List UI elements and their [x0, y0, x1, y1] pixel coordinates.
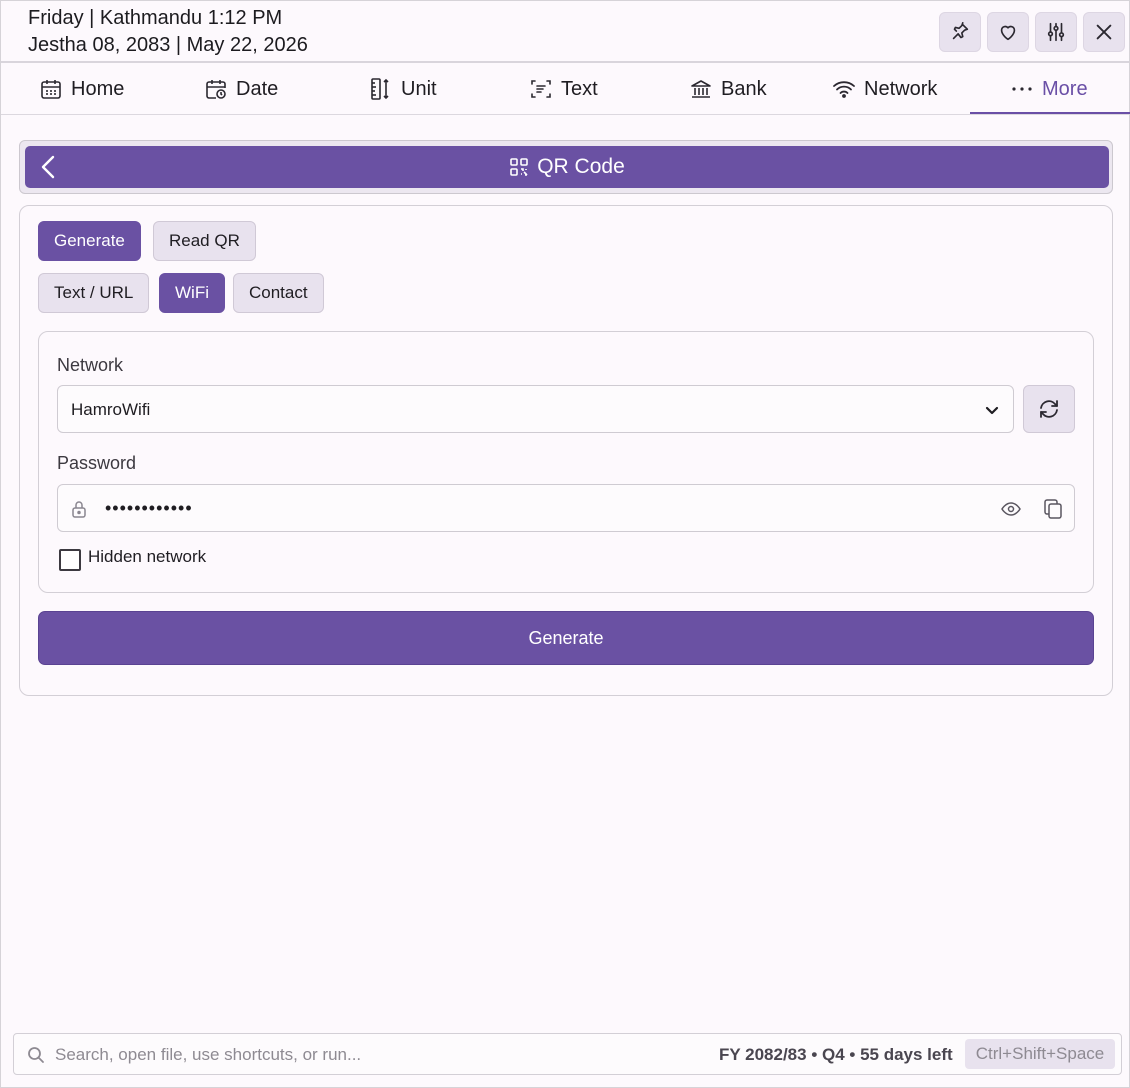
close-icon	[1096, 24, 1112, 40]
tab-more[interactable]: More	[1010, 63, 1088, 115]
password-field[interactable]: ••••••••••••	[57, 484, 1075, 532]
hidden-network-checkbox[interactable]	[59, 549, 81, 571]
tab-network[interactable]: Network	[832, 63, 937, 115]
tab-bank-label: Bank	[721, 77, 767, 100]
more-icon	[1012, 87, 1032, 91]
text-scan-icon	[531, 80, 551, 98]
banner-title-text: QR Code	[537, 155, 625, 178]
password-label: Password	[57, 453, 137, 473]
password-value: ••••••••••••	[105, 498, 193, 518]
sliders-icon	[1047, 22, 1065, 42]
eye-icon[interactable]	[1000, 498, 1022, 520]
tab-more-label: More	[1042, 77, 1088, 100]
copy-icon[interactable]	[1042, 497, 1064, 521]
mode-read-button[interactable]: Read QR	[153, 221, 256, 261]
generate-button[interactable]: Generate	[38, 611, 1094, 665]
bank-icon	[691, 80, 711, 98]
tab-home-label: Home	[71, 77, 125, 100]
calendar-icon	[41, 80, 61, 99]
tab-home[interactable]: Home	[39, 63, 124, 115]
tab-bank[interactable]: Bank	[689, 63, 767, 115]
search-icon	[28, 1047, 44, 1063]
header-date: Jestha 08, 2083 | May 22, 2026	[28, 34, 308, 56]
tab-date[interactable]: Date	[204, 63, 278, 115]
tab-text[interactable]: Text	[529, 63, 598, 115]
wifi-icon	[833, 81, 855, 98]
active-tab-indicator	[970, 112, 1130, 114]
tab-text-label: Text	[561, 77, 598, 100]
refresh-icon	[1040, 400, 1058, 418]
fiscal-year-status: FY 2082/83 • Q4 • 55 days left	[719, 1045, 953, 1064]
network-value: HamroWifi	[71, 400, 151, 419]
lock-icon	[72, 501, 86, 518]
hidden-network-label: Hidden network	[88, 547, 207, 566]
shortcut-hint: Ctrl+Shift+Space	[965, 1039, 1115, 1069]
qr-banner: QR Code	[25, 146, 1109, 188]
tab-bar: Home Date Unit Text Bank Network More	[1, 63, 1129, 115]
command-bar[interactable]: Search, open file, use shortcuts, or run…	[13, 1033, 1122, 1075]
refresh-networks-button[interactable]	[1023, 385, 1075, 433]
tab-unit-label: Unit	[401, 77, 437, 100]
header: Friday | Kathmandu 1:12 PM Jestha 08, 20…	[1, 1, 1129, 63]
search-placeholder: Search, open file, use shortcuts, or run…	[55, 1045, 362, 1064]
network-label: Network	[57, 355, 124, 375]
type-contact-button[interactable]: Contact	[233, 273, 324, 313]
ruler-icon	[371, 78, 389, 100]
mode-generate-button[interactable]: Generate	[38, 221, 141, 261]
type-wifi-button[interactable]: WiFi	[159, 273, 225, 313]
tab-network-label: Network	[864, 77, 938, 100]
chevron-down-icon	[985, 406, 999, 415]
header-time: Friday | Kathmandu 1:12 PM	[28, 7, 283, 29]
qr-code-icon	[510, 158, 529, 176]
banner-title: QR Code	[25, 146, 1109, 188]
tab-unit[interactable]: Unit	[369, 63, 437, 115]
calendar-clock-icon	[206, 80, 226, 99]
favorite-button[interactable]	[987, 12, 1029, 52]
app-window: Friday | Kathmandu 1:12 PM Jestha 08, 20…	[0, 0, 1130, 1088]
close-button[interactable]	[1083, 12, 1125, 52]
heart-icon	[1000, 25, 1016, 41]
pin-icon	[952, 22, 969, 40]
settings-button[interactable]	[1035, 12, 1077, 52]
pin-button[interactable]	[939, 12, 981, 52]
network-select[interactable]: HamroWifi	[57, 385, 1014, 433]
tab-date-label: Date	[236, 77, 279, 100]
type-text-url-button[interactable]: Text / URL	[38, 273, 150, 313]
